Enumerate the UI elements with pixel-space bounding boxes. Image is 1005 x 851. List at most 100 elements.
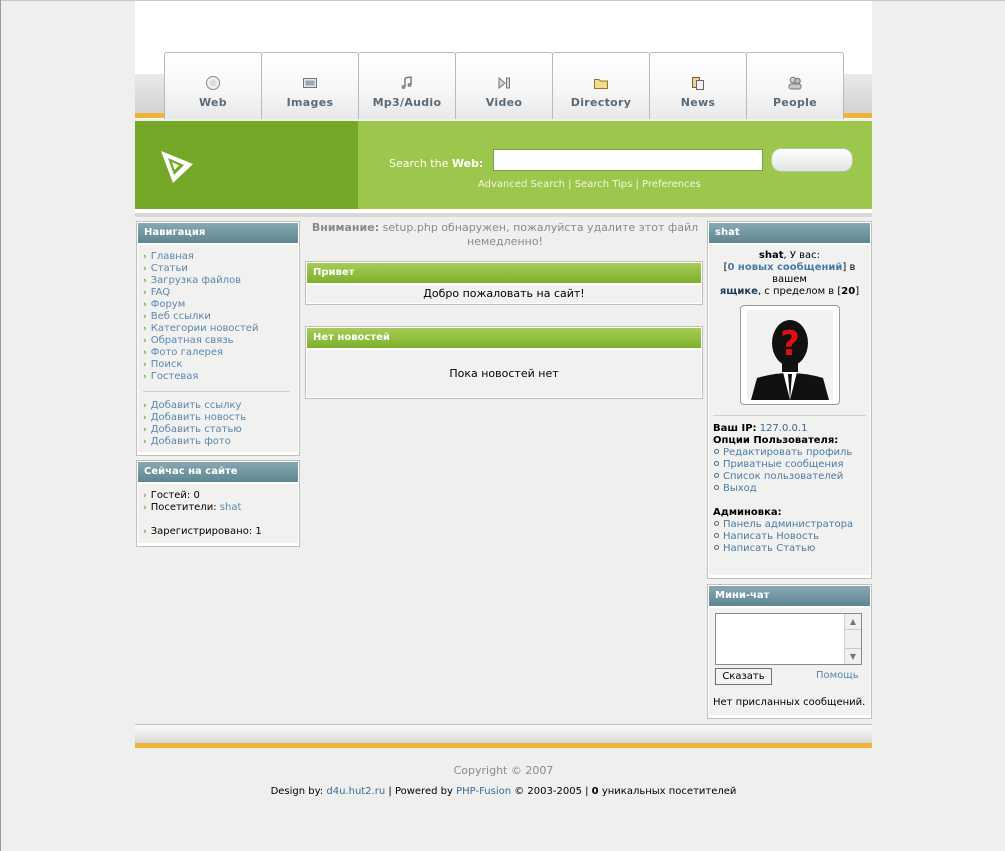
user-panel: shat shat, У вас: [0 новых сообщений] в …	[707, 221, 872, 579]
nav-item-label[interactable]: Главная	[151, 251, 194, 262]
minichat-panel-body: ▲ ▼ Сказать Помощь Нет присланных сообще…	[708, 607, 871, 716]
nav-add-item-label[interactable]: Добавить статью	[151, 424, 242, 435]
tab-people[interactable]: People	[746, 52, 844, 119]
bullet-icon	[714, 545, 719, 550]
nav-item-label[interactable]: Гостевая	[151, 371, 199, 382]
search-tips-link[interactable]: Search Tips	[575, 179, 633, 190]
nav-item-label[interactable]: Форум	[151, 299, 186, 310]
chat-help-link[interactable]: Помощь	[816, 670, 859, 681]
nav-item-label[interactable]: Веб ссылки	[151, 311, 211, 322]
user-option[interactable]: Выход	[713, 483, 870, 495]
minichat-panel-title: Мини-чат	[708, 585, 871, 607]
nav-item-label[interactable]: FAQ	[151, 287, 170, 298]
nav-item[interactable]: › Статьи	[143, 263, 298, 275]
visitors-label: Посетители:	[150, 502, 217, 513]
user-option-label[interactable]: Приватные сообщения	[723, 459, 844, 470]
nav-item-label[interactable]: Статьи	[151, 263, 188, 274]
nav-list: › Главная › Статьи › Загрузка файлов › FAQ › Фору…	[143, 251, 298, 383]
search-input[interactable]	[493, 149, 763, 171]
people-icon	[787, 75, 803, 91]
unique-visitors-label: уникальных посетителей	[601, 786, 737, 797]
nav-item[interactable]: › Поиск	[143, 359, 298, 371]
user-panel-title: shat	[708, 222, 871, 244]
arrow-icon: ›	[143, 503, 147, 513]
user-greeting: , У вас:	[783, 250, 821, 261]
chat-scrollbar[interactable]: ▲ ▼	[844, 614, 861, 664]
news-panel-title: Нет новостей	[306, 327, 702, 349]
nav-add-item[interactable]: › Добавить статью	[143, 424, 298, 436]
arrow-icon: ›	[143, 264, 147, 274]
news-panel: Нет новостей Пока новостей нет	[305, 326, 703, 399]
tab-label: Images	[286, 96, 334, 109]
user-options-title: Опции Пользователя:	[713, 435, 839, 446]
tab-news[interactable]: News	[649, 52, 747, 119]
user-option-label[interactable]: Выход	[723, 483, 757, 494]
nav-item-label[interactable]: Загрузка файлов	[151, 275, 241, 286]
user-option-label[interactable]: Редактировать профиль	[723, 447, 852, 458]
new-messages-link[interactable]: 0 новых сообщений	[727, 262, 842, 273]
chat-textarea[interactable]: ▲ ▼	[715, 613, 862, 665]
search-button[interactable]	[771, 148, 853, 172]
scroll-up-icon[interactable]: ▲	[845, 614, 861, 630]
tab-mp3-audio[interactable]: Mp3/Audio	[358, 52, 456, 119]
nav-add-item[interactable]: › Добавить новость	[143, 412, 298, 424]
tab-directory[interactable]: Directory	[552, 52, 650, 119]
nav-add-item-label[interactable]: Добавить фото	[151, 436, 231, 447]
advanced-search-link[interactable]: Advanced Search	[478, 179, 565, 190]
ip-label: Ваш IP:	[713, 423, 757, 434]
user-option[interactable]: Список пользователей	[713, 471, 870, 483]
nav-item-label[interactable]: Фото галерея	[151, 347, 223, 358]
preferences-link[interactable]: Preferences	[642, 179, 701, 190]
user-option[interactable]: Редактировать профиль	[713, 447, 870, 459]
nav-item[interactable]: › Форум	[143, 299, 298, 311]
nav-item[interactable]: › Главная	[143, 251, 298, 263]
tab-label: People	[773, 96, 817, 109]
visitor-user-link[interactable]: shat	[220, 502, 242, 513]
tab-web[interactable]: Web	[164, 52, 262, 119]
user-name: shat	[758, 250, 784, 261]
tab-video[interactable]: Video	[455, 52, 553, 119]
admin-option-label[interactable]: Написать Статью	[723, 543, 815, 554]
user-option-label[interactable]: Список пользователей	[723, 471, 843, 482]
search-band: Search the Web: Advanced Search | Search…	[135, 121, 872, 209]
bullet-icon	[714, 449, 719, 454]
chat-send-button[interactable]: Сказать	[715, 668, 772, 685]
nav-item[interactable]: › Гостевая	[143, 371, 298, 383]
nav-item[interactable]: › Обратная связь	[143, 335, 298, 347]
welcome-panel-title: Привет	[306, 262, 702, 284]
tab-label: Directory	[570, 96, 632, 109]
scroll-down-icon[interactable]: ▼	[845, 648, 861, 664]
warning-text: setup.php обнаружен, пожалуйста удалите …	[382, 221, 699, 248]
footer-credits: Design by: d4u.hut2.ru | Powered by PHP-…	[270, 786, 737, 797]
admin-option-label[interactable]: Панель администратора	[723, 519, 853, 530]
design-label: Design by:	[270, 786, 324, 797]
nav-item-label[interactable]: Обратная связь	[151, 335, 234, 346]
welcome-text: Добро пожаловать на сайт!	[423, 287, 585, 300]
admin-option[interactable]: Написать Статью	[713, 543, 870, 555]
php-fusion-link[interactable]: PHP-Fusion	[456, 786, 511, 797]
nav-item-label[interactable]: Поиск	[151, 359, 183, 370]
user-option[interactable]: Приватные сообщения	[713, 459, 870, 471]
arrow-icon: ›	[143, 401, 147, 411]
online-panel-title: Сейчас на сайте	[137, 461, 299, 483]
nav-item-label[interactable]: Категории новостей	[151, 323, 259, 334]
nav-item[interactable]: › Категории новостей	[143, 323, 298, 335]
nav-item[interactable]: › Веб ссылки	[143, 311, 298, 323]
nav-item[interactable]: › Загрузка файлов	[143, 275, 298, 287]
admin-option[interactable]: Панель администратора	[713, 519, 870, 531]
nav-item[interactable]: › Фото галерея	[143, 347, 298, 359]
guests-count: Гостей: 0	[150, 490, 200, 501]
nav-add-item[interactable]: › Добавить фото	[143, 436, 298, 448]
tab-images[interactable]: Images	[261, 52, 359, 119]
arrow-icon: ›	[143, 348, 147, 358]
admin-option[interactable]: Написать Новость	[713, 531, 870, 543]
nav-add-item-label[interactable]: Добавить новость	[151, 412, 246, 423]
bullet-icon	[714, 473, 719, 478]
globe-icon	[205, 75, 221, 91]
admin-option-label[interactable]: Написать Новость	[723, 531, 819, 542]
nav-item[interactable]: › FAQ	[143, 287, 298, 299]
chat-empty-message: Нет присланных сообщений.	[713, 697, 866, 708]
design-link[interactable]: d4u.hut2.ru	[326, 786, 385, 797]
nav-add-item[interactable]: › Добавить ссылку	[143, 400, 298, 412]
nav-add-item-label[interactable]: Добавить ссылку	[151, 400, 242, 411]
